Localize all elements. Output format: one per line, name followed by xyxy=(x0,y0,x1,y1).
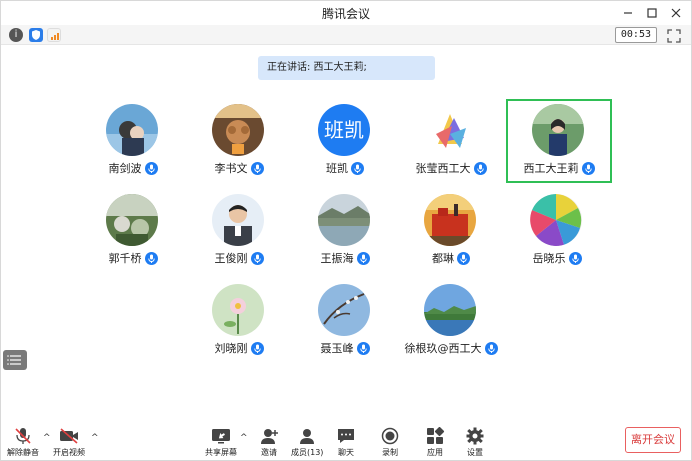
avatar xyxy=(212,104,264,156)
chat-label: 聊天 xyxy=(338,448,354,457)
meeting-timer: 00:53 xyxy=(614,27,657,43)
participant-tile[interactable]: 徐根玖@西工大 xyxy=(398,280,504,364)
add-user-icon xyxy=(258,427,280,445)
microphone-icon xyxy=(568,251,582,265)
invite-label: 邀请 xyxy=(261,448,277,457)
record-icon xyxy=(379,427,401,445)
apps-icon xyxy=(424,427,446,445)
avatar xyxy=(424,284,476,336)
participant-tile[interactable]: 聂玉峰 xyxy=(292,280,398,364)
info-icon[interactable]: i xyxy=(9,28,23,42)
chevron-up-icon[interactable]: ^ xyxy=(240,433,248,443)
chat-icon xyxy=(335,427,357,445)
apps-button[interactable]: 应用 xyxy=(424,427,446,461)
share-screen-icon xyxy=(210,427,232,445)
start-video-label: 开启视频 xyxy=(53,448,85,457)
members-label: 成员(13) xyxy=(291,448,324,457)
share-screen-label: 共享屏幕 xyxy=(205,448,237,457)
microphone-icon xyxy=(473,161,487,175)
participant-tile[interactable]: 李书文 xyxy=(186,100,292,184)
shield-icon[interactable] xyxy=(29,28,43,42)
avatar xyxy=(106,194,158,246)
avatar xyxy=(318,284,370,336)
title-bar: 腾讯会议 xyxy=(1,1,691,25)
microphone-icon xyxy=(356,251,370,265)
settings-button[interactable]: 设置 xyxy=(464,427,486,461)
participant-tile[interactable]: 都琳 xyxy=(398,190,504,274)
participant-tile[interactable]: 刘晓刚 xyxy=(186,280,292,364)
participant-name: 张莹西工大 xyxy=(415,162,471,175)
participant-tile[interactable]: 班凯 班凯 xyxy=(292,100,398,184)
avatar xyxy=(424,194,476,246)
avatar xyxy=(530,194,582,246)
microphone-icon xyxy=(457,251,470,265)
avatar xyxy=(532,104,584,156)
microphone-icon xyxy=(484,341,498,355)
participant-name: 徐根玖@西工大 xyxy=(404,342,482,355)
fullscreen-icon[interactable] xyxy=(667,28,681,43)
members-button[interactable]: 成员(13) xyxy=(291,427,323,461)
unmute-label: 解除静音 xyxy=(7,448,39,457)
participant-name: 西工大王莉 xyxy=(523,162,579,175)
share-screen-button[interactable]: 共享屏幕 xyxy=(205,427,237,461)
invite-button[interactable]: 邀请 xyxy=(258,427,280,461)
meeting-window: 腾讯会议 i 00:53 正在讲话: 西工大王莉; 南剑波 李书文 班凯 班凯 … xyxy=(0,0,692,461)
close-icon[interactable] xyxy=(667,4,685,22)
chevron-up-icon[interactable]: ^ xyxy=(91,433,99,443)
muted-microphone-icon xyxy=(12,427,34,445)
participant-name: 郭千桥 xyxy=(108,252,142,265)
participant-tile[interactable]: 郭千桥 xyxy=(80,190,186,274)
participant-tile-active-speaker[interactable]: 西工大王莉 xyxy=(506,99,612,183)
participant-tile[interactable]: 王俊刚 xyxy=(186,190,292,274)
maximize-icon[interactable] xyxy=(643,4,661,22)
info-bar: i 00:53 xyxy=(1,25,691,45)
participant-name: 班凯 xyxy=(326,162,348,175)
participant-name: 聂玉峰 xyxy=(320,342,354,355)
participant-name: 王俊刚 xyxy=(214,252,248,265)
participant-name: 都琳 xyxy=(432,252,454,265)
bottom-toolbar: 解除静音 ^ 开启视频 ^ 共享屏幕 ^ 邀请 成员(13) 聊天 录制 应用 … xyxy=(1,421,691,461)
apps-label: 应用 xyxy=(427,448,443,457)
unmute-button[interactable]: 解除静音 xyxy=(7,427,39,461)
gear-icon xyxy=(464,427,486,445)
member-list-toggle-icon[interactable] xyxy=(3,350,27,370)
video-off-icon xyxy=(58,427,80,445)
window-title: 腾讯会议 xyxy=(321,6,370,21)
participant-name: 李书文 xyxy=(214,162,248,175)
avatar xyxy=(318,194,370,246)
microphone-icon xyxy=(351,161,364,175)
avatar xyxy=(212,284,264,336)
window-controls xyxy=(619,4,685,22)
participant-name: 王振海 xyxy=(320,252,354,265)
participant-tile[interactable]: 岳晓乐 xyxy=(506,190,612,274)
signal-icon[interactable] xyxy=(47,28,61,42)
participant-name: 南剑波 xyxy=(108,162,142,175)
avatar xyxy=(106,104,158,156)
microphone-icon xyxy=(144,251,158,265)
record-button[interactable]: 录制 xyxy=(379,427,401,461)
participant-name: 岳晓乐 xyxy=(532,252,566,265)
microphone-icon xyxy=(144,161,158,175)
leave-meeting-button[interactable]: 离开会议 xyxy=(625,427,681,453)
microphone-icon xyxy=(250,161,264,175)
minimize-icon[interactable] xyxy=(619,4,637,22)
microphone-icon xyxy=(250,341,264,355)
avatar xyxy=(424,104,476,156)
settings-label: 设置 xyxy=(467,448,483,457)
speaking-banner: 正在讲话: 西工大王莉; xyxy=(258,56,435,80)
avatar: 班凯 xyxy=(318,104,370,156)
participant-tile[interactable]: 南剑波 xyxy=(80,100,186,184)
avatar xyxy=(212,194,264,246)
start-video-button[interactable]: 开启视频 xyxy=(53,427,85,461)
chat-button[interactable]: 聊天 xyxy=(335,427,357,461)
participant-tile[interactable]: 张莹西工大 xyxy=(398,100,504,184)
microphone-icon xyxy=(250,251,264,265)
microphone-icon xyxy=(581,161,595,175)
participant-name: 刘晓刚 xyxy=(214,342,248,355)
record-label: 录制 xyxy=(382,448,398,457)
chevron-up-icon[interactable]: ^ xyxy=(43,433,51,443)
microphone-icon xyxy=(356,341,370,355)
members-icon xyxy=(296,427,318,445)
participant-tile[interactable]: 王振海 xyxy=(292,190,398,274)
